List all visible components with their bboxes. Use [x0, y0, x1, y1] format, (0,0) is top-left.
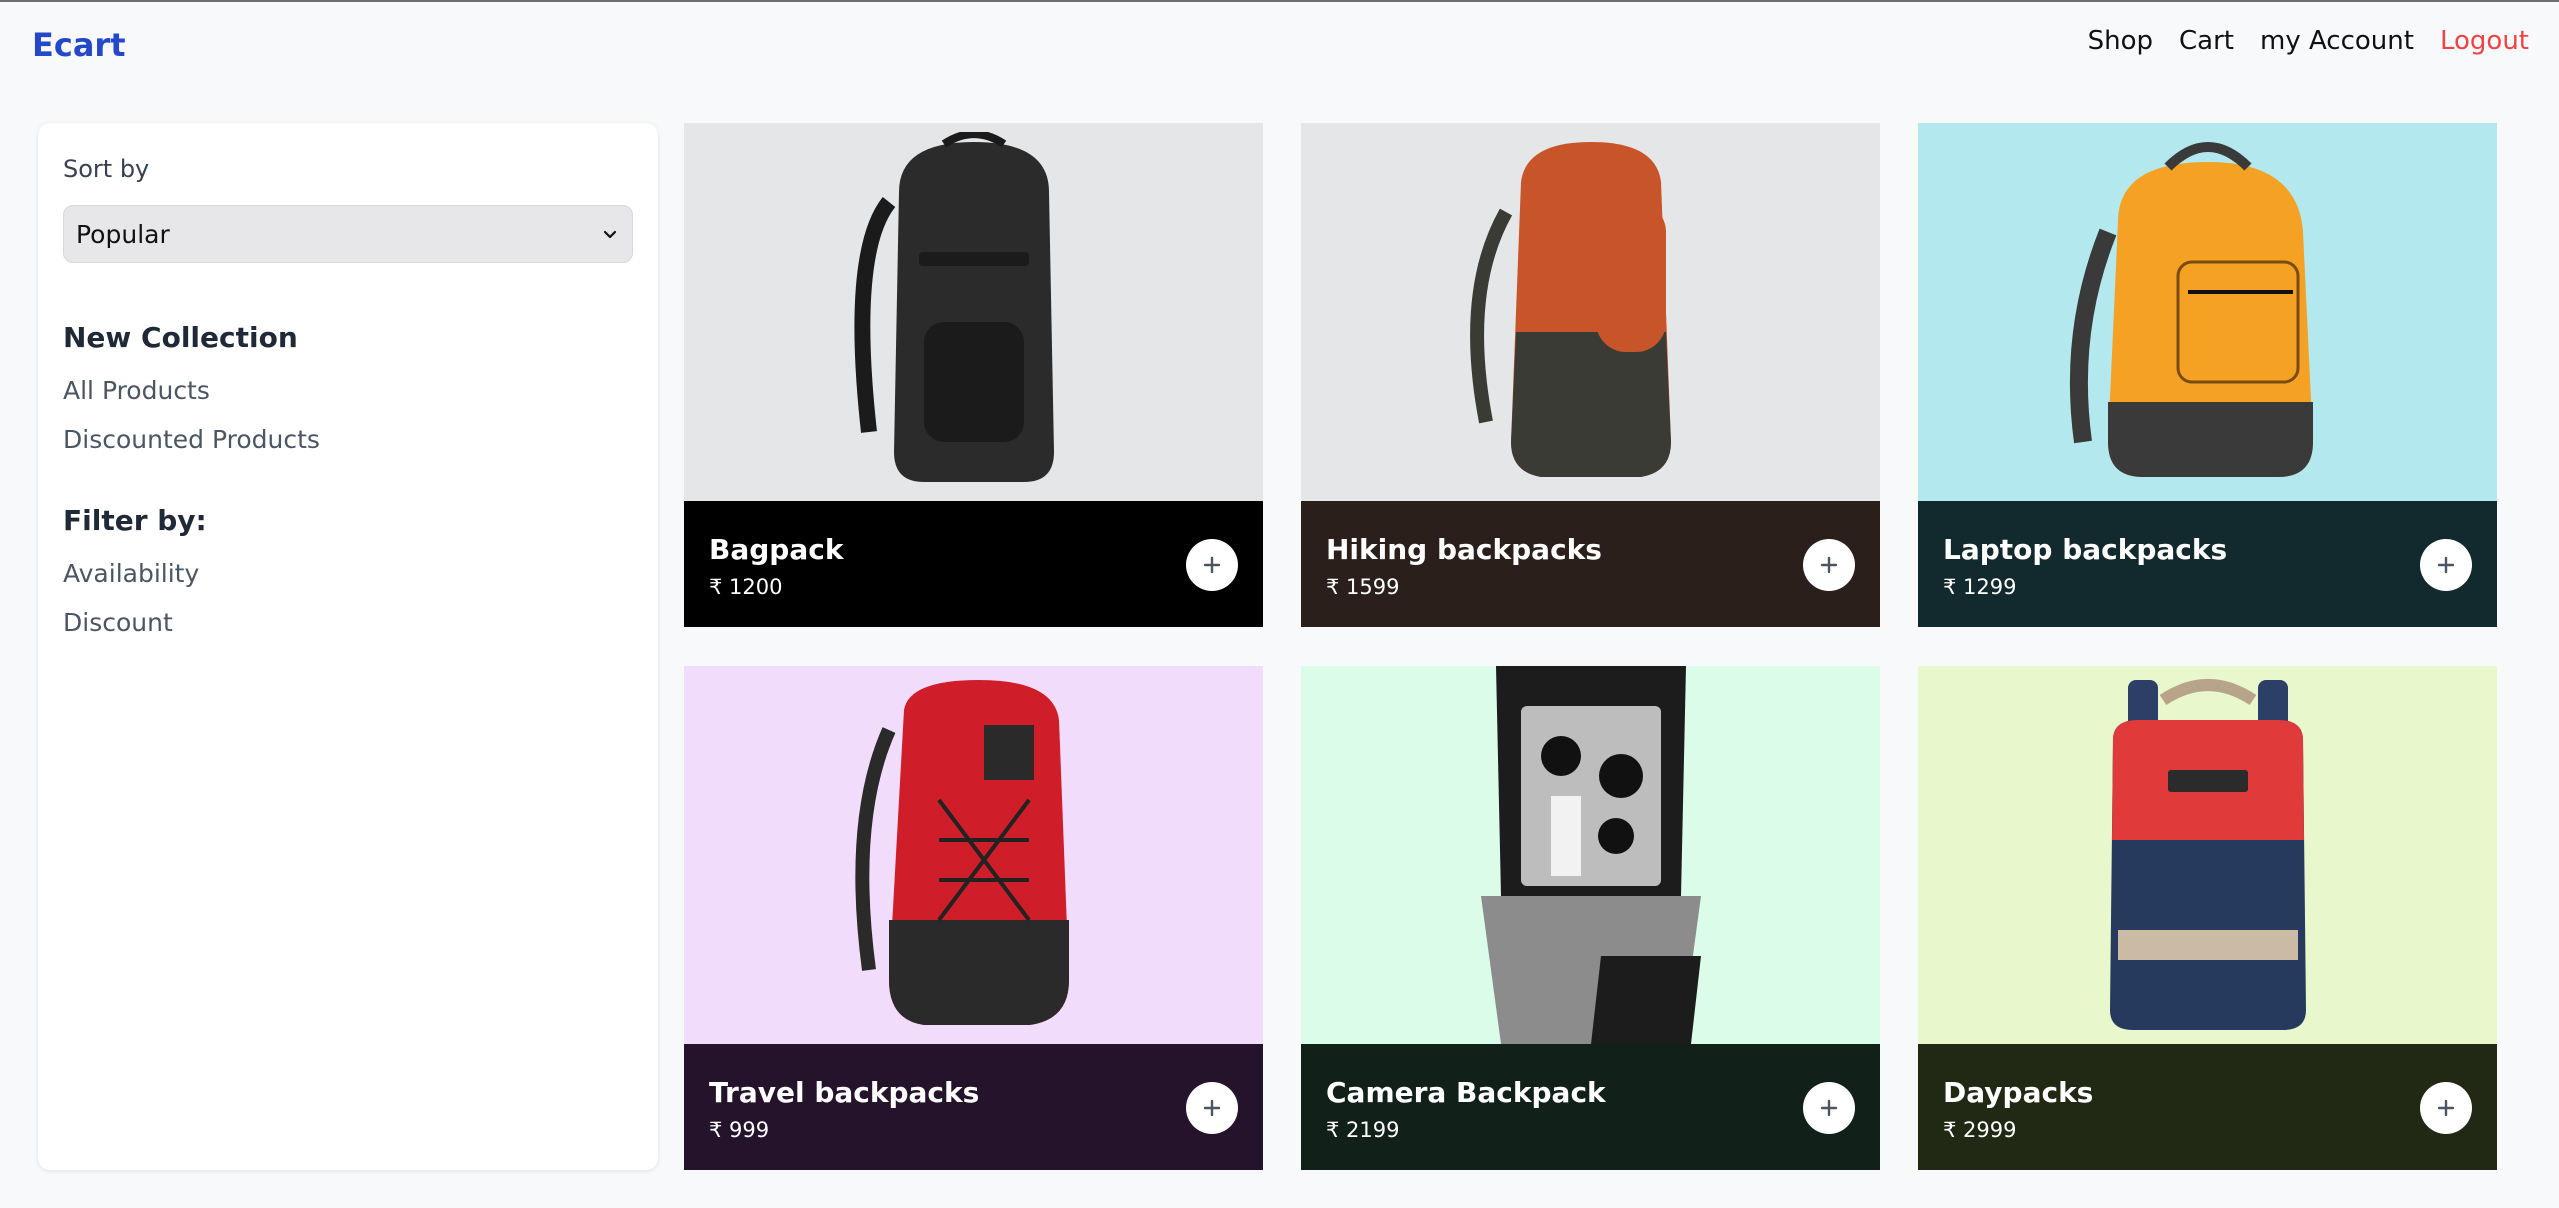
- nav-account[interactable]: my Account: [2260, 26, 2414, 56]
- filter-discount[interactable]: Discount: [63, 608, 633, 637]
- sort-select-value: Popular: [76, 219, 170, 249]
- product-image: [1918, 123, 2497, 501]
- product-price: ₹ 999: [709, 1118, 770, 1142]
- backpack-icon: [2069, 142, 2313, 477]
- product-card[interactable]: Laptop backpacks ₹ 1299: [1918, 123, 2497, 627]
- product-price: ₹ 2199: [1326, 1118, 1400, 1142]
- product-price: ₹ 2999: [1943, 1118, 2017, 1142]
- product-price: ₹ 1299: [1943, 575, 2017, 599]
- backpack-icon: [854, 680, 1069, 1025]
- add-to-cart-button[interactable]: [1803, 1082, 1855, 1134]
- product-image: [1301, 123, 1880, 501]
- nav-shop[interactable]: Shop: [2088, 26, 2153, 56]
- product-card[interactable]: Daypacks ₹ 2999: [1918, 666, 2497, 1170]
- add-to-cart-button[interactable]: [1803, 539, 1855, 591]
- header: Ecart Shop Cart my Account Logout: [0, 2, 2559, 84]
- product-info: Daypacks ₹ 2999: [1918, 1044, 2497, 1170]
- product-image: [684, 666, 1263, 1044]
- product-info: Bagpack ₹ 1200: [684, 501, 1263, 627]
- product-image: [684, 123, 1263, 501]
- chevron-down-icon: [603, 230, 617, 239]
- nav-logout[interactable]: Logout: [2440, 26, 2529, 56]
- product-image: [1918, 666, 2497, 1044]
- backpack-icon: [853, 132, 1054, 482]
- product-card[interactable]: Camera Backpack ₹ 2199: [1301, 666, 1880, 1170]
- add-to-cart-button[interactable]: [2420, 1082, 2472, 1134]
- product-name: Laptop backpacks: [1943, 533, 2228, 566]
- product-info: Hiking backpacks ₹ 1599: [1301, 501, 1880, 627]
- plus-icon: [2437, 1099, 2455, 1117]
- backpack-icon: [1469, 142, 1671, 477]
- link-discounted-products[interactable]: Discounted Products: [63, 425, 633, 454]
- product-name: Camera Backpack: [1326, 1076, 1606, 1109]
- backpack-icon: [2109, 679, 2306, 1030]
- product-info: Laptop backpacks ₹ 1299: [1918, 501, 2497, 627]
- product-info: Travel backpacks ₹ 999: [684, 1044, 1263, 1170]
- sidebar: Sort by Popular New Collection All Produ…: [38, 123, 658, 1170]
- add-to-cart-button[interactable]: [2420, 539, 2472, 591]
- product-card[interactable]: Bagpack ₹ 1200: [684, 123, 1263, 627]
- camera-backpack-icon: [1480, 666, 1701, 1044]
- add-to-cart-button[interactable]: [1186, 539, 1238, 591]
- nav: Shop Cart my Account Logout: [2088, 26, 2529, 56]
- product-card[interactable]: Hiking backpacks ₹ 1599: [1301, 123, 1880, 627]
- product-name: Travel backpacks: [709, 1076, 980, 1109]
- product-image: [1301, 666, 1880, 1044]
- plus-icon: [1820, 556, 1838, 574]
- plus-icon: [2437, 556, 2455, 574]
- plus-icon: [1203, 1099, 1221, 1117]
- logo[interactable]: Ecart: [32, 26, 126, 64]
- product-info: Camera Backpack ₹ 2199: [1301, 1044, 1880, 1170]
- filter-availability[interactable]: Availability: [63, 559, 633, 588]
- product-price: ₹ 1599: [1326, 575, 1400, 599]
- product-name: Daypacks: [1943, 1076, 2094, 1109]
- add-to-cart-button[interactable]: [1186, 1082, 1238, 1134]
- filter-title: Filter by:: [63, 504, 207, 537]
- link-all-products[interactable]: All Products: [63, 376, 633, 405]
- product-price: ₹ 1200: [709, 575, 783, 599]
- nav-cart[interactable]: Cart: [2179, 26, 2234, 56]
- product-name: Bagpack: [709, 533, 844, 566]
- sort-select[interactable]: Popular: [63, 205, 633, 263]
- plus-icon: [1203, 556, 1221, 574]
- product-card[interactable]: Travel backpacks ₹ 999: [684, 666, 1263, 1170]
- plus-icon: [1820, 1099, 1838, 1117]
- sort-label: Sort by: [63, 155, 150, 183]
- product-name: Hiking backpacks: [1326, 533, 1602, 566]
- collection-title: New Collection: [63, 321, 298, 354]
